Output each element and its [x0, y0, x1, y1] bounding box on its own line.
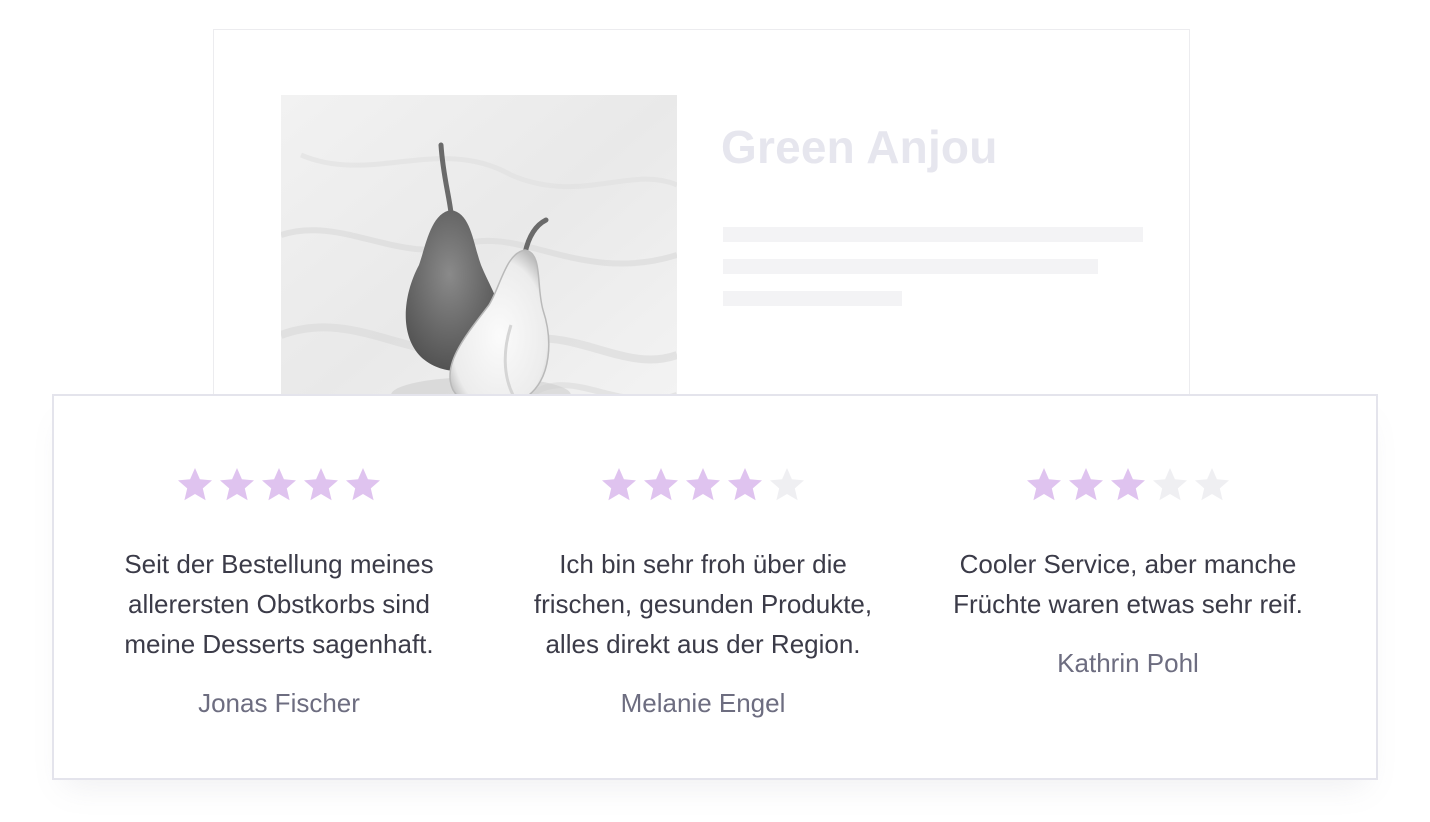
- star-empty-icon: [1191, 464, 1233, 506]
- review-author: Jonas Fischer: [198, 688, 360, 718]
- star-filled-icon: [724, 464, 766, 506]
- star-filled-icon: [1065, 464, 1107, 506]
- reviews-panel: Seit der Bestellung meines allerersten O…: [52, 394, 1378, 780]
- star-filled-icon: [640, 464, 682, 506]
- star-filled-icon: [682, 464, 724, 506]
- product-title: Green Anjou: [721, 121, 998, 173]
- star-rating: [79, 464, 479, 506]
- star-empty-icon: [1149, 464, 1191, 506]
- page: Green Anjou Seit der Bestellung meines a…: [0, 0, 1430, 822]
- star-filled-icon: [174, 464, 216, 506]
- review-text: Ich bin sehr froh über die frischen, ges…: [533, 549, 873, 659]
- star-filled-icon: [342, 464, 384, 506]
- pear-photo-icon: [281, 95, 677, 425]
- description-placeholder-line: [723, 259, 1098, 274]
- star-filled-icon: [1107, 464, 1149, 506]
- description-placeholder-line: [723, 227, 1143, 242]
- description-placeholder-line: [723, 291, 902, 306]
- review-text: Seit der Bestellung meines allerersten O…: [124, 549, 434, 659]
- star-filled-icon: [598, 464, 640, 506]
- review-card: Seit der Bestellung meines allerersten O…: [79, 464, 479, 721]
- review-card: Ich bin sehr froh über die frischen, ges…: [503, 464, 903, 721]
- review-card: Cooler Service, aber manche Früchte ware…: [928, 464, 1328, 681]
- star-rating: [928, 464, 1328, 506]
- product-card: Green Anjou: [213, 29, 1190, 449]
- star-filled-icon: [300, 464, 342, 506]
- star-filled-icon: [216, 464, 258, 506]
- review-author: Melanie Engel: [620, 688, 786, 718]
- star-empty-icon: [766, 464, 808, 506]
- review-author: Kathrin Pohl: [1057, 648, 1199, 678]
- star-filled-icon: [258, 464, 300, 506]
- product-image: [281, 95, 677, 425]
- star-rating: [503, 464, 903, 506]
- star-filled-icon: [1023, 464, 1065, 506]
- review-text: Cooler Service, aber manche Früchte ware…: [953, 549, 1303, 619]
